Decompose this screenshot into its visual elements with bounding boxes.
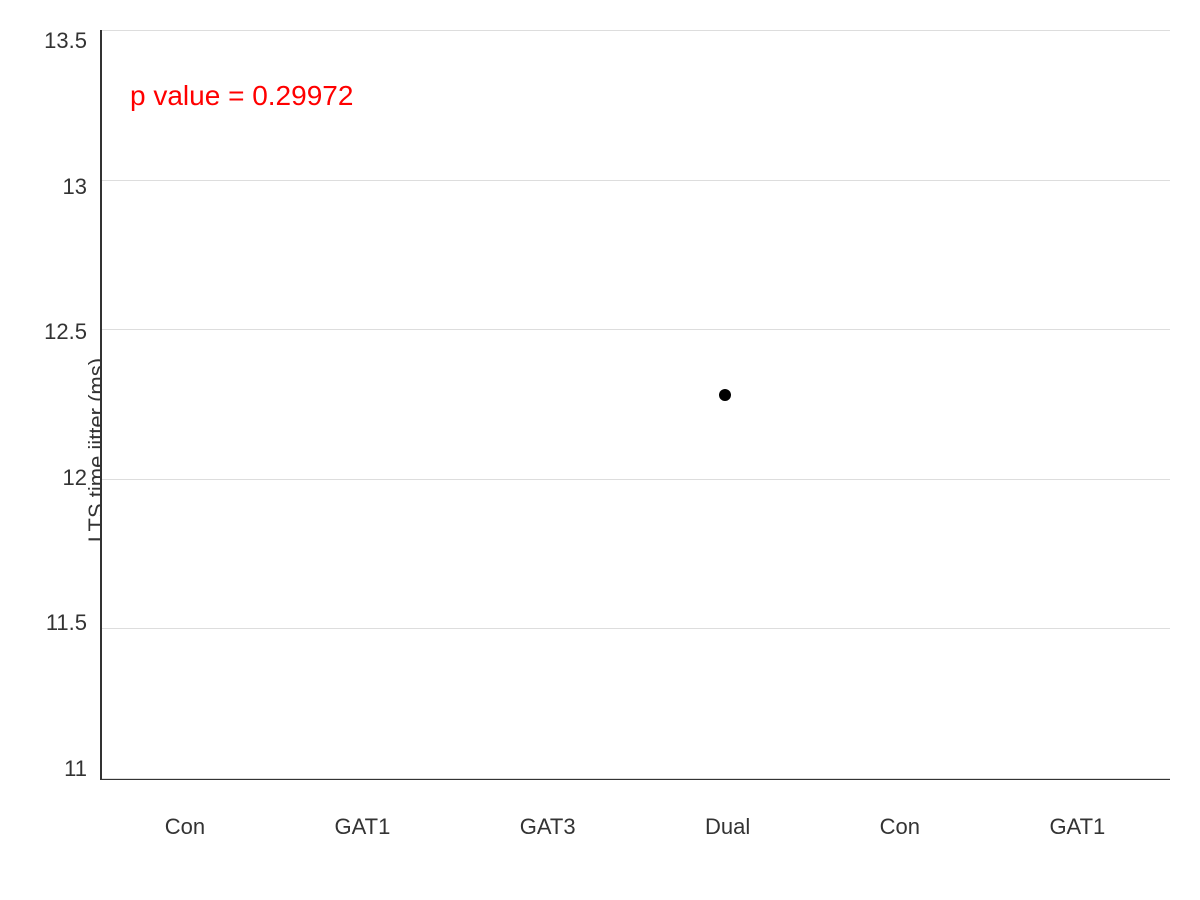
grid-line-11 xyxy=(102,778,1170,779)
grid-line-13 xyxy=(102,180,1170,181)
chart-inner xyxy=(102,30,1170,778)
y-label-13: 13 xyxy=(63,176,87,198)
chart-area xyxy=(100,30,1170,780)
x-label-gat3: GAT3 xyxy=(520,814,576,840)
p-value-label: p value = 0.29972 xyxy=(130,80,353,112)
chart-container: LTS time jitter (ms) 13.5 13 12.5 12 xyxy=(0,0,1200,900)
y-label-12: 12 xyxy=(63,467,87,489)
x-label-dual: Dual xyxy=(705,814,750,840)
y-axis: 13.5 13 12.5 12 11.5 11 xyxy=(0,30,95,780)
x-axis: Con GAT1 GAT3 Dual Con GAT1 xyxy=(100,814,1170,840)
x-label-gat1-2: GAT1 xyxy=(1049,814,1105,840)
y-label-125: 12.5 xyxy=(44,321,87,343)
y-label-135: 13.5 xyxy=(44,30,87,52)
grid-line-115 xyxy=(102,628,1170,629)
grid-line-12 xyxy=(102,479,1170,480)
grid-line-125 xyxy=(102,329,1170,330)
y-label-11: 11 xyxy=(64,758,87,780)
y-label-115: 11.5 xyxy=(46,612,87,634)
grid-line-135 xyxy=(102,30,1170,31)
x-label-con2: Con xyxy=(880,814,920,840)
x-label-gat1: GAT1 xyxy=(334,814,390,840)
data-point-dual xyxy=(719,389,731,401)
x-label-con1: Con xyxy=(165,814,205,840)
